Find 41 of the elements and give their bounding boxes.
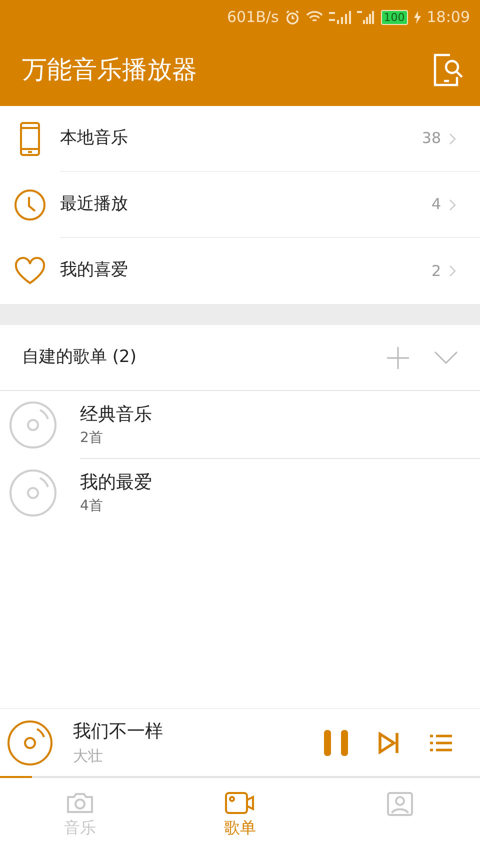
network-speed: 601B/s	[226, 6, 279, 28]
chevron-right-icon	[449, 132, 456, 144]
next-icon[interactable]	[378, 732, 400, 754]
playlist-name: 我的最爱	[80, 471, 153, 495]
charging-icon	[414, 10, 421, 24]
clock-time: 18:09	[426, 6, 470, 28]
song-count: 4首	[80, 497, 104, 516]
song-title: 我们不一样	[73, 720, 164, 744]
chevron-down-icon[interactable]	[434, 350, 458, 364]
chevron-right-icon	[449, 198, 456, 210]
chevron-right-icon	[449, 265, 456, 277]
heart-icon	[14, 257, 46, 285]
disc-icon	[9, 469, 57, 517]
disc-icon	[9, 401, 57, 449]
item-label: 我的喜爱	[60, 259, 129, 282]
pause-icon[interactable]	[324, 730, 348, 756]
disc-icon[interactable]	[7, 720, 53, 766]
playlist-item[interactable]: 我的最爱 4首	[0, 459, 480, 527]
list-item[interactable]: 我的喜爱 2	[0, 238, 480, 304]
item-count: 4	[431, 194, 441, 216]
list-item[interactable]: 本地音乐 38	[0, 106, 480, 172]
playlist-item[interactable]: 经典音乐 2首	[0, 391, 480, 459]
add-icon[interactable]	[386, 346, 410, 370]
phone-icon	[20, 122, 40, 156]
section-title: 自建的歌单 (2)	[22, 346, 136, 369]
artist-name: 大壮	[73, 746, 104, 766]
item-label: 最近播放	[60, 192, 129, 216]
playlist-name: 经典音乐	[80, 402, 153, 426]
playlist-icon[interactable]	[430, 734, 452, 752]
wifi-icon	[306, 10, 323, 24]
alarm-icon	[284, 10, 300, 24]
signal-icon	[356, 10, 375, 24]
battery-icon: 100	[380, 10, 408, 24]
song-count: 2首	[80, 428, 104, 448]
item-label: 本地音乐	[60, 126, 129, 150]
app-title: 万能音乐播放器	[22, 54, 197, 86]
item-count: 38	[422, 128, 441, 150]
list-item[interactable]: 最近播放 4	[0, 172, 480, 238]
clock-icon	[14, 189, 46, 221]
signal-icon	[328, 10, 351, 24]
item-count: 2	[431, 260, 441, 282]
